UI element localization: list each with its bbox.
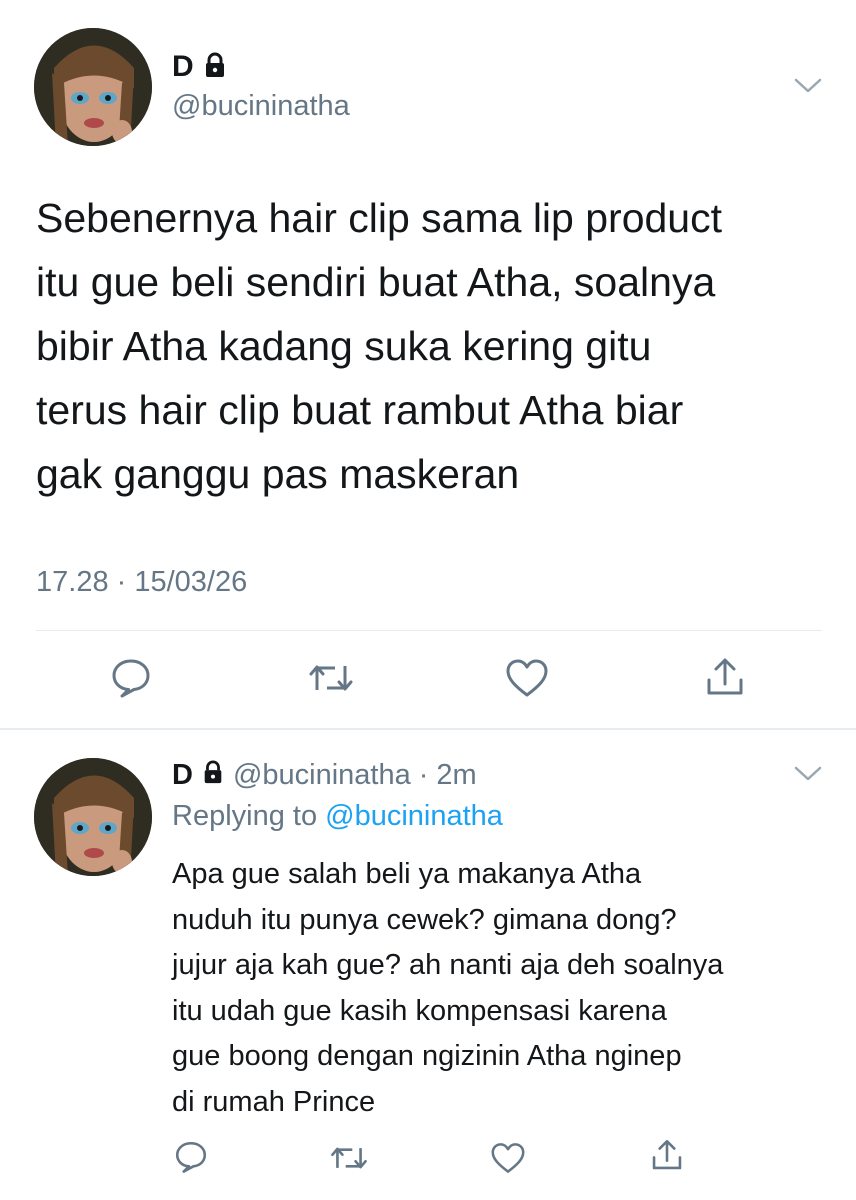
chevron-down-icon[interactable] xyxy=(793,76,823,96)
tweet-text-line: terus hair clip buat rambut Atha biar xyxy=(36,387,684,433)
retweet-icon[interactable] xyxy=(330,1143,368,1173)
reply-text-line: gue boong dengan ngizinin Atha nginep xyxy=(172,1040,682,1072)
reply-display-name[interactable]: D xyxy=(172,759,193,792)
share-icon[interactable] xyxy=(650,1138,684,1172)
reply-text-line: itu udah gue kasih kompensasi karena xyxy=(172,994,667,1027)
reply-avatar[interactable] xyxy=(34,758,152,876)
retweet-icon[interactable] xyxy=(308,660,354,696)
tweet-text-line: itu gue beli sendiri buat Atha, soalnya xyxy=(36,259,716,305)
chevron-down-icon[interactable] xyxy=(793,764,823,784)
reply-text-line: jujur aja kah gue? ah nanti aja deh soal… xyxy=(172,949,724,981)
tweet-text: Sebenernya hair clip sama lip product it… xyxy=(36,186,722,506)
thread-separator xyxy=(0,728,856,730)
tweet-text-line: Sebenernya hair clip sama lip product xyxy=(36,195,722,241)
handle[interactable]: @bucininatha xyxy=(172,90,350,123)
replying-to: Replying to @bucininatha xyxy=(172,800,503,833)
avatar[interactable] xyxy=(34,28,152,146)
reply-text-line: di rumah Prince xyxy=(172,1085,376,1118)
share-icon[interactable] xyxy=(704,656,746,698)
replying-to-handle-link[interactable]: @bucininatha xyxy=(325,800,503,832)
comment-icon[interactable] xyxy=(174,1140,208,1174)
divider xyxy=(36,630,822,631)
comment-icon[interactable] xyxy=(110,657,152,699)
replying-to-label: Replying to xyxy=(172,800,318,832)
dot-separator: · xyxy=(418,758,429,791)
avatar-image xyxy=(34,758,152,876)
reply-text-line: nuduh itu punya cewek? gimana dong? xyxy=(172,903,677,936)
reply-time[interactable]: 2m xyxy=(436,759,476,792)
reply-header: D @bucininatha · 2m xyxy=(172,756,477,794)
tweet-text-line: gak ganggu pas maskeran xyxy=(36,451,520,497)
reply-handle[interactable]: @bucininatha xyxy=(233,759,411,792)
display-name[interactable]: D xyxy=(172,50,194,84)
reply-text: Apa gue salah beli ya makanya Atha nuduh… xyxy=(172,852,723,1125)
tweet-text-line: bibir Atha kadang suka kering gitu xyxy=(36,323,652,369)
reply-text-line: Apa gue salah beli ya makanya Atha xyxy=(172,858,642,890)
lock-icon xyxy=(201,759,225,792)
avatar-image xyxy=(34,28,152,146)
lock-icon xyxy=(202,52,228,83)
like-icon[interactable] xyxy=(490,1142,526,1174)
like-icon[interactable] xyxy=(505,658,549,698)
timestamp[interactable]: 17.28 · 15/03/26 xyxy=(36,566,247,599)
